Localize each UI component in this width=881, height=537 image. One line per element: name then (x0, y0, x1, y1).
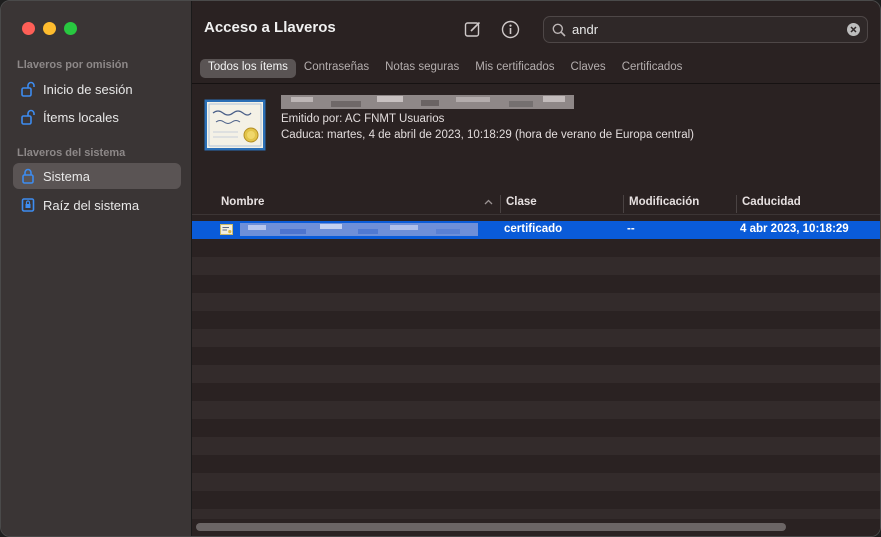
sort-ascending-icon (484, 199, 493, 205)
window-controls (22, 22, 77, 35)
horizontal-scrollbar[interactable] (196, 523, 786, 531)
column-header-nombre[interactable]: Nombre (221, 196, 264, 208)
empty-row (192, 257, 880, 275)
empty-row (192, 293, 880, 311)
empty-row (192, 455, 880, 473)
search-icon (552, 23, 566, 37)
minimize-button[interactable] (43, 22, 56, 35)
search-field[interactable] (543, 16, 868, 43)
issuer-text: Emitido por: AC FNMT Usuarios (281, 113, 445, 125)
compose-icon (464, 21, 481, 37)
items-table: Nombre Clase Modificación Caducidad cert… (192, 192, 880, 536)
table-row[interactable]: certificado -- 4 abr 2023, 10:18:29 (192, 221, 880, 239)
zoom-button[interactable] (64, 22, 77, 35)
expiration-text: Caduca: martes, 4 de abril de 2023, 10:1… (281, 129, 694, 141)
info-button[interactable] (499, 18, 521, 40)
sidebar-item-inicio-de-sesion[interactable]: Inicio de sesión (13, 76, 181, 102)
tab-claves[interactable]: Claves (563, 59, 614, 78)
category-tabs: Todos los ítems Contraseñas Notas segura… (200, 59, 690, 78)
keychain-window: Llaveros por omisión Inicio de sesión Ít… (0, 0, 881, 537)
empty-row (192, 275, 880, 293)
certificate-icon (204, 99, 266, 151)
main-pane: Acceso a Llaveros Todos los ítems Contra… (192, 1, 880, 536)
tab-mis-certificados[interactable]: Mis certificados (467, 59, 562, 78)
cell-caducidad: 4 abr 2023, 10:18:29 (740, 223, 849, 235)
tab-contrasenas[interactable]: Contraseñas (296, 59, 377, 78)
column-header-caducidad[interactable]: Caducidad (742, 196, 801, 208)
tab-todos-los-items[interactable]: Todos los ítems (200, 59, 296, 78)
close-icon (850, 26, 857, 33)
empty-row (192, 365, 880, 383)
column-header-clase[interactable]: Clase (506, 196, 537, 208)
unlocked-lock-icon (21, 109, 35, 125)
unlocked-lock-icon (21, 81, 35, 97)
sidebar: Llaveros por omisión Inicio de sesión Ít… (1, 1, 192, 536)
empty-row (192, 383, 880, 401)
sidebar-item-label: Raíz del sistema (43, 197, 140, 213)
table-header: Nombre Clase Modificación Caducidad (192, 192, 880, 215)
redacted-certificate-name (281, 95, 574, 109)
certificate-icon (220, 224, 233, 235)
column-divider[interactable] (736, 195, 737, 213)
empty-row (192, 491, 880, 509)
column-divider[interactable] (500, 195, 501, 213)
sidebar-item-sistema[interactable]: Sistema (13, 163, 181, 189)
sidebar-item-label: Inicio de sesión (43, 81, 133, 97)
toolbar: Acceso a Llaveros (192, 1, 880, 57)
cell-modificacion: -- (627, 223, 635, 235)
empty-row (192, 347, 880, 365)
sidebar-section-default: Llaveros por omisión (17, 59, 129, 71)
new-item-button[interactable] (462, 18, 484, 40)
clear-search-button[interactable] (847, 23, 860, 36)
column-header-modificacion[interactable]: Modificación (629, 196, 699, 208)
empty-row (192, 401, 880, 419)
sidebar-item-label: Ítems locales (43, 109, 119, 125)
close-button[interactable] (22, 22, 35, 35)
empty-row (192, 329, 880, 347)
sidebar-item-label: Sistema (43, 168, 90, 184)
info-icon (501, 20, 519, 38)
empty-row (192, 239, 880, 257)
empty-row (192, 419, 880, 437)
search-input[interactable] (572, 22, 832, 37)
tab-certificados[interactable]: Certificados (614, 59, 691, 78)
empty-row (192, 437, 880, 455)
redacted-item-name (240, 223, 478, 236)
item-detail: Emitido por: AC FNMT Usuarios Caduca: ma… (192, 84, 880, 192)
sidebar-item-items-locales[interactable]: Ítems locales (13, 104, 181, 130)
window-title: Acceso a Llaveros (204, 19, 336, 36)
cell-clase: certificado (504, 223, 563, 235)
keychain-folder-icon (21, 197, 35, 213)
empty-row (192, 311, 880, 329)
column-divider[interactable] (623, 195, 624, 213)
sidebar-section-system: Llaveros del sistema (17, 147, 126, 159)
empty-row (192, 473, 880, 491)
lock-icon (21, 168, 35, 184)
tab-notas-seguras[interactable]: Notas seguras (377, 59, 467, 78)
sidebar-item-raiz-del-sistema[interactable]: Raíz del sistema (13, 192, 181, 218)
